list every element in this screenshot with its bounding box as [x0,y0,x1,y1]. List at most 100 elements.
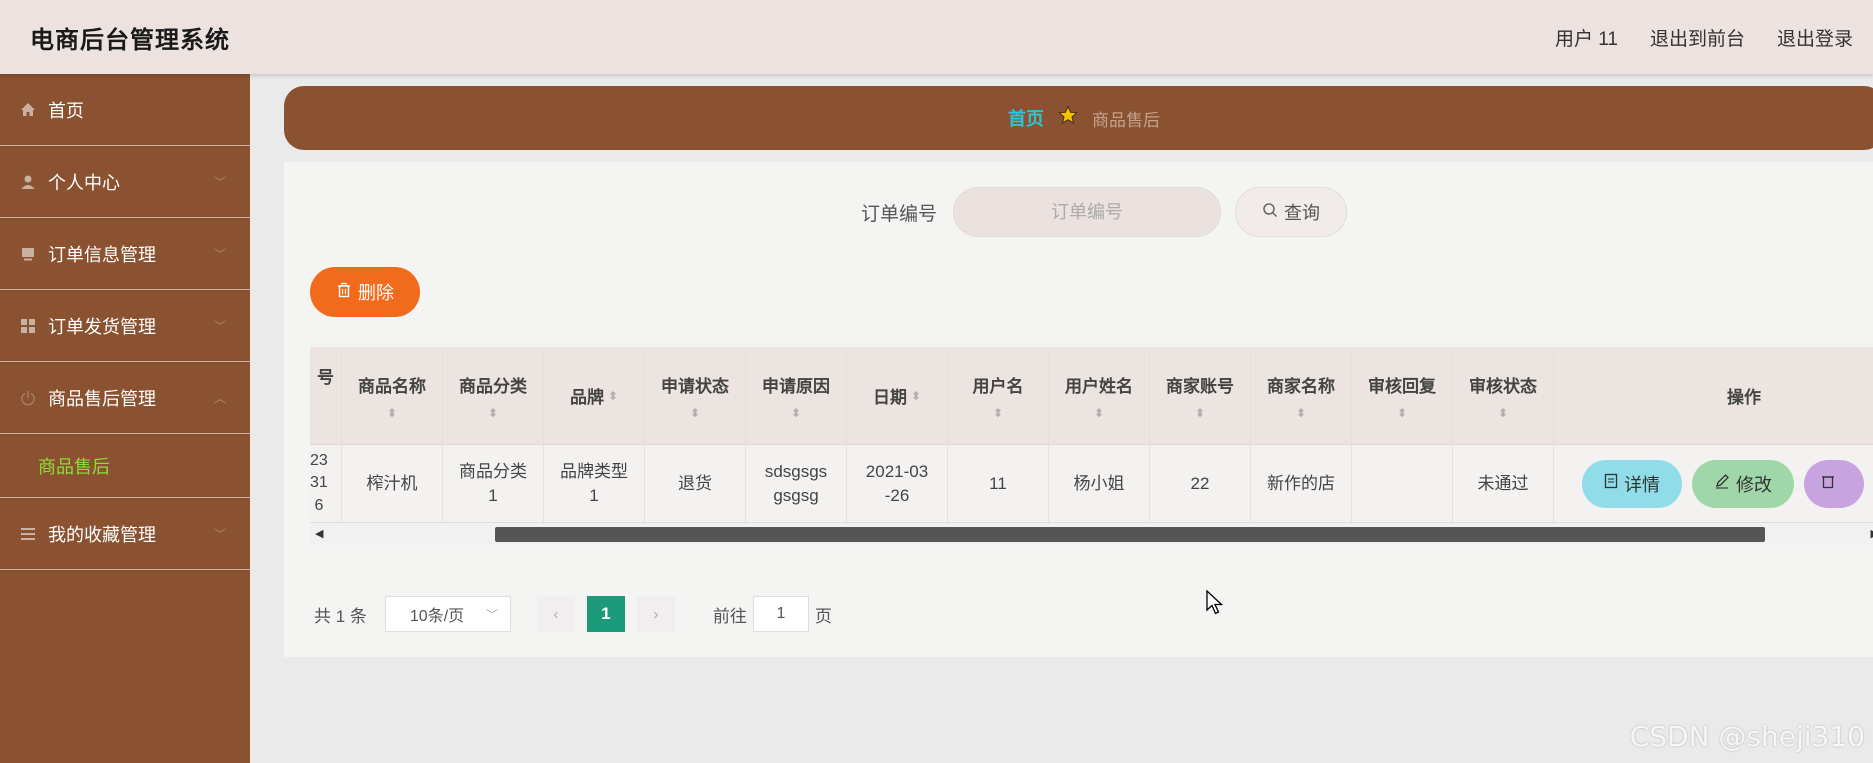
delete-button-label: 删除 [358,283,394,303]
table-cell: 22 [1150,445,1250,522]
user-label[interactable]: 用户 11 [1555,24,1618,51]
sidebar-item-orders[interactable]: 订单信息管理 ﹀ [0,218,250,290]
data-table: 号 23 31 6 商品名称 ⬍ 榨汁机 商品分类 ⬍ 商品分类 1 品牌 ⬍ 品牌类… [310,347,1873,545]
column-date: 日期 ⬍ 2021-03 -26 [847,347,948,522]
sidebar: 首页 个人中心 ﹀ 订单信息管理 ﹀ 订单发货管理 ﹀ 商品售后管理 ︿ 商品售… [0,74,250,763]
sidebar-item-label: 我的收藏管理 [48,524,156,545]
home-icon [18,102,38,117]
prev-page-button[interactable]: ‹ [536,596,575,632]
column-category: 商品分类 ⬍ 商品分类 1 [443,347,544,522]
column-header[interactable]: 审核状态 ⬍ [1453,347,1553,445]
menu-icon [18,527,38,541]
column-header[interactable]: 用户姓名 ⬍ [1049,347,1149,445]
watermark: CSDN @sheji310 [1629,720,1865,753]
sort-icon[interactable]: ⬍ [993,407,1003,419]
row-delete-button[interactable] [1804,459,1864,508]
power-icon [18,390,38,406]
sidebar-subitem-aftersale[interactable]: 商品售后 [0,434,250,498]
chevron-down-icon: ﹀ [213,319,226,333]
search-button[interactable]: 查询 [1235,187,1347,237]
goto-page-input[interactable]: 1 [752,596,809,632]
delete-button[interactable]: 删除 [310,267,420,317]
column-header[interactable]: 商品分类 ⬍ [443,347,543,445]
sort-icon[interactable]: ⬍ [791,407,801,419]
exit-front-link[interactable]: 退出到前台 [1650,24,1745,51]
sort-icon[interactable]: ⬍ [1296,407,1306,419]
column-product-name: 商品名称 ⬍ 榨汁机 [342,347,443,522]
search-row: 订单编号 查询 [284,187,1873,237]
column-user-realname: 用户姓名 ⬍ 杨小姐 [1049,347,1150,522]
sort-icon[interactable]: ⬍ [608,390,618,402]
table-cell: 未通过 [1453,445,1553,522]
sort-icon[interactable]: ⬍ [690,407,700,419]
column-header: 操作 [1554,347,1873,445]
table-cell: 榨汁机 [342,445,442,522]
sort-icon[interactable]: ⬍ [1094,407,1104,419]
column-header[interactable]: 商家账号 ⬍ [1150,347,1250,445]
monitor-icon [18,246,38,262]
detail-button[interactable]: 详情 [1582,459,1682,508]
column-header[interactable]: 用户名 ⬍ [948,347,1048,445]
next-page-button[interactable]: › [636,596,675,632]
total-count: 共 1 条 [314,606,367,626]
logout-link[interactable]: 退出登录 [1777,24,1853,51]
chevron-up-icon: ︿ [213,391,226,405]
column-header[interactable]: 商品名称 ⬍ [342,347,442,445]
star-icon [1057,105,1079,131]
mouse-cursor-icon [1206,589,1224,616]
horizontal-scrollbar[interactable]: ◀ ▶ [310,522,1873,545]
sidebar-item-favorites[interactable]: 我的收藏管理 ﹀ [0,498,250,570]
user-icon [18,174,38,190]
sort-icon[interactable]: ⬍ [1397,407,1407,419]
sidebar-item-label: 商品售后管理 [48,388,156,409]
sidebar-item-label: 订单信息管理 [48,244,156,265]
column-header[interactable]: 品牌 ⬍ [544,347,644,445]
breadcrumb-home[interactable]: 首页 [1008,105,1044,131]
search-label: 订单编号 [860,203,937,225]
pencil-icon [1714,473,1730,494]
page-suffix: 页 [814,606,832,626]
chevron-down-icon: ﹀ [213,175,226,189]
grid-icon [18,318,38,334]
scroll-left-icon[interactable]: ◀ [315,527,323,540]
detail-button-label: 详情 [1624,474,1660,495]
document-icon [1604,473,1618,494]
main-panel: 订单编号 查询 删除 号 23 31 6 商品名称⬍ 榨汁机 商品分类⬍ [284,162,1873,657]
sidebar-item-personal[interactable]: 个人中心 ﹀ [0,146,250,218]
column-apply-status: 申请状态 ⬍ 退货 [645,347,746,522]
column-header[interactable]: 申请原因 ⬍ [746,347,846,445]
table-columns: 号 23 31 6 商品名称 ⬍ 榨汁机 商品分类 ⬍ 商品分类 1 品牌 ⬍ 品牌类… [310,347,1873,522]
sidebar-item-label: 个人中心 [48,172,120,193]
sidebar-item-shipping[interactable]: 订单发货管理 ﹀ [0,290,250,362]
top-nav: 用户 11 退出到前台 退出登录 [1555,24,1853,51]
sort-icon[interactable]: ⬍ [1498,407,1508,419]
edit-button[interactable]: 修改 [1692,459,1794,508]
app-title: 电商后台管理系统 [30,26,230,54]
trash-icon [1820,473,1836,494]
column-header[interactable]: 商家名称 ⬍ [1251,347,1351,445]
column-header[interactable]: 审核回复 ⬍ [1352,347,1452,445]
sort-icon[interactable]: ⬍ [387,407,397,419]
order-number-input[interactable] [953,187,1221,237]
page-size-select[interactable]: 10条/页 ﹀ [384,596,511,632]
column-actions: 操作 详情 修改 [1554,347,1873,522]
scrollbar-thumb[interactable] [495,527,1765,542]
sidebar-item-home[interactable]: 首页 [0,74,250,146]
goto-label: 前往 [712,606,747,626]
sidebar-item-aftersale[interactable]: 商品售后管理 ︿ [0,362,250,434]
column-apply-reason: 申请原因 ⬍ sdsgsgs gsgsg [746,347,847,522]
search-button-label: 查询 [1284,203,1320,223]
sort-icon[interactable]: ⬍ [488,407,498,419]
column-header[interactable]: 号 [310,347,341,445]
table-cell: 品牌类型 1 [544,445,644,522]
sort-icon[interactable]: ⬍ [911,390,921,402]
table-cell: 23 31 6 [310,445,341,522]
column-header[interactable]: 日期 ⬍ [847,347,947,445]
column-header[interactable]: 申请状态 ⬍ [645,347,745,445]
top-bar: 电商后台管理系统 用户 11 退出到前台 退出登录 [0,0,1873,74]
table-cell: sdsgsgs gsgsg [746,445,846,522]
page-number-current[interactable]: 1 [586,596,625,632]
column-merchant-name: 商家名称 ⬍ 新作的店 [1251,347,1352,522]
sort-icon[interactable]: ⬍ [1195,407,1205,419]
breadcrumb-current: 商品售后 [1092,110,1160,130]
